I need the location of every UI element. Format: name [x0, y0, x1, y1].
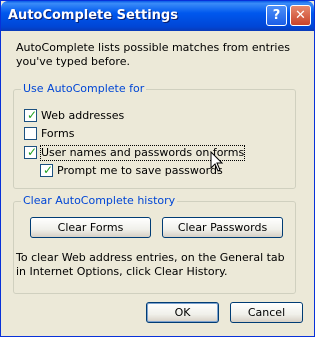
use-autocomplete-legend: Use AutoComplete for	[21, 82, 147, 95]
intro-text: AutoComplete lists possible matches from…	[16, 41, 290, 68]
web-addresses-checkbox[interactable]: ✓	[24, 109, 37, 122]
prompt-save-passwords-label[interactable]: Prompt me to save passwords	[57, 164, 223, 178]
prompt-save-passwords-checkbox[interactable]: ✓	[40, 164, 53, 177]
autocomplete-settings-dialog: AutoComplete Settings ? ✕ AutoComplete l…	[0, 0, 315, 337]
checkmark-icon: ✓	[27, 145, 38, 159]
clear-passwords-button[interactable]: Clear Passwords	[162, 217, 283, 238]
web-addresses-label[interactable]: Web addresses	[41, 109, 124, 123]
clear-history-legend: Clear AutoComplete history	[21, 194, 178, 207]
mouse-pointer-icon	[210, 151, 224, 172]
clear-history-group: Clear AutoComplete history Clear Forms C…	[13, 194, 296, 294]
clear-forms-button[interactable]: Clear Forms	[30, 217, 151, 238]
cancel-button[interactable]: Cancel	[230, 302, 303, 323]
forms-label[interactable]: Forms	[41, 127, 74, 141]
checkmark-icon: ✓	[27, 108, 38, 122]
close-button[interactable]: ✕	[290, 5, 311, 26]
usernames-passwords-checkbox[interactable]: ✓	[24, 146, 37, 159]
dialog-body: AutoComplete lists possible matches from…	[4, 31, 311, 333]
forms-checkbox[interactable]	[24, 127, 37, 140]
use-autocomplete-group: Use AutoComplete for ✓ Web addresses For…	[13, 82, 296, 189]
title-bar[interactable]: AutoComplete Settings ? ✕	[1, 1, 314, 31]
dialog-title: AutoComplete Settings	[8, 8, 178, 23]
ok-button[interactable]: OK	[146, 302, 219, 323]
help-button[interactable]: ?	[266, 5, 287, 26]
clear-history-help-text: To clear Web address entries, on the Gen…	[16, 251, 285, 278]
checkmark-icon: ✓	[43, 163, 54, 177]
